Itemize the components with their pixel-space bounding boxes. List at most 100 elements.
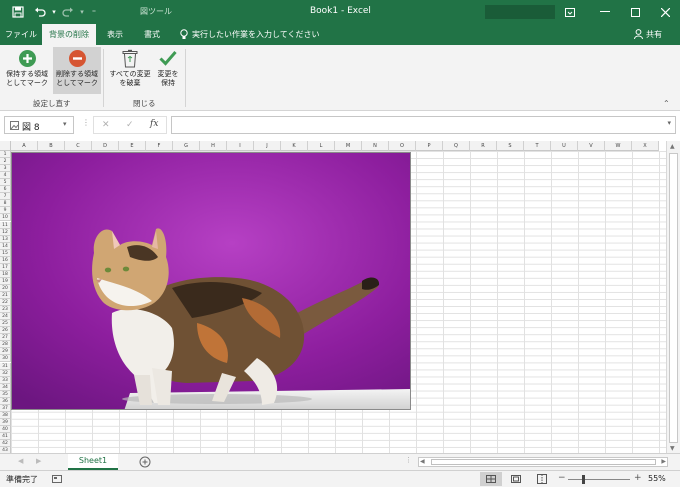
name-box[interactable]: 図 8 ▾ (4, 116, 74, 134)
column-header[interactable]: H (200, 141, 227, 151)
worksheet-grid[interactable]: ABCDEFGHIJKLMNOPQRSTUVWX 1 2 3 4 5 6 7 8 9 10 11 12… (0, 141, 680, 453)
row-header[interactable]: 13 (0, 235, 11, 243)
column-header[interactable]: V (578, 141, 605, 151)
row-header[interactable]: 3 (0, 165, 11, 173)
zoom-level[interactable]: 55% (648, 474, 666, 483)
maximize-icon[interactable] (620, 0, 650, 24)
row-header[interactable]: 16 (0, 256, 11, 264)
column-header[interactable]: X (632, 141, 659, 151)
row-header[interactable]: 26 (0, 327, 11, 335)
account-area[interactable] (485, 5, 555, 19)
macro-record-icon[interactable] (52, 474, 62, 484)
sheet-tab-sheet1[interactable]: Sheet1 (68, 454, 118, 470)
vertical-scrollbar[interactable]: ▲ ▼ (666, 141, 680, 453)
zoom-slider-thumb[interactable] (582, 475, 585, 484)
scroll-up-icon[interactable]: ▲ (670, 143, 675, 150)
column-header[interactable]: D (92, 141, 119, 151)
tab-format[interactable]: 書式 (138, 24, 166, 45)
row-header[interactable]: 37 (0, 404, 11, 412)
row-header[interactable]: 34 (0, 383, 11, 391)
column-header[interactable]: U (551, 141, 578, 151)
column-header[interactable]: O (389, 141, 416, 151)
column-header[interactable]: Q (443, 141, 470, 151)
ribbon-display-options-icon[interactable] (555, 0, 585, 24)
row-header[interactable]: 11 (0, 221, 11, 229)
row-header[interactable]: 35 (0, 390, 11, 398)
row-header[interactable]: 4 (0, 172, 11, 180)
close-icon[interactable] (650, 0, 680, 24)
enter-icon[interactable]: ✓ (126, 120, 134, 130)
cat-picture[interactable] (11, 152, 411, 410)
column-header[interactable]: G (173, 141, 200, 151)
column-header[interactable]: F (146, 141, 173, 151)
row-header[interactable]: 24 (0, 313, 11, 321)
row-header[interactable]: 31 (0, 362, 11, 370)
row-header[interactable]: 29 (0, 348, 11, 356)
column-header[interactable]: M (335, 141, 362, 151)
page-break-preview-icon[interactable] (537, 474, 547, 484)
row-header[interactable]: 22 (0, 299, 11, 307)
column-header[interactable]: S (497, 141, 524, 151)
row-header[interactable]: 9 (0, 207, 11, 215)
plus-circle-icon[interactable] (139, 456, 151, 468)
row-header[interactable]: 21 (0, 292, 11, 300)
scroll-right-icon[interactable]: ▶ (661, 458, 666, 465)
column-header[interactable]: T (524, 141, 551, 151)
normal-view-button[interactable] (480, 472, 502, 486)
zoom-out-icon[interactable]: − (558, 473, 566, 483)
vertical-scroll-thumb[interactable] (669, 153, 678, 443)
row-header[interactable]: 8 (0, 200, 11, 208)
row-header[interactable]: 23 (0, 306, 11, 314)
customize-qat-icon[interactable]: ⁼ (86, 4, 102, 20)
row-header[interactable]: 38 (0, 411, 11, 419)
row-header[interactable]: 12 (0, 228, 11, 236)
chevron-down-icon[interactable]: ▾ (63, 120, 67, 128)
minimize-icon[interactable] (590, 0, 620, 24)
select-all-corner[interactable] (0, 141, 11, 151)
row-header[interactable]: 10 (0, 214, 11, 222)
mark-areas-to-remove-button[interactable]: 削除する領域 としてマーク (53, 47, 101, 94)
row-header[interactable]: 20 (0, 284, 11, 292)
row-header[interactable]: 30 (0, 355, 11, 363)
mark-areas-to-keep-button[interactable]: 保持する領域 としてマーク (3, 48, 51, 98)
page-layout-view-icon[interactable] (511, 475, 521, 483)
row-header[interactable]: 40 (0, 425, 11, 433)
scroll-down-icon[interactable]: ▼ (670, 445, 675, 452)
tab-remove-background[interactable]: 背景の削除 (42, 24, 96, 45)
row-header[interactable]: 28 (0, 341, 11, 349)
sheet-prev-icon[interactable]: ◀ (18, 457, 23, 465)
column-header[interactable]: J (254, 141, 281, 151)
column-header[interactable]: B (38, 141, 65, 151)
horizontal-scrollbar[interactable]: ◀ ▶ (418, 457, 668, 467)
save-icon[interactable] (10, 4, 26, 20)
cancel-icon[interactable]: ✕ (102, 120, 110, 130)
row-header[interactable]: 7 (0, 193, 11, 201)
column-header[interactable]: L (308, 141, 335, 151)
row-header[interactable]: 14 (0, 242, 11, 250)
column-header[interactable]: I (227, 141, 254, 151)
column-header[interactable]: R (470, 141, 497, 151)
tell-me-search[interactable]: 実行したい作業を入力してください (192, 24, 320, 45)
column-header[interactable]: C (65, 141, 92, 151)
vertical-ellipsis-icon[interactable]: ⋮ (405, 456, 412, 464)
zoom-slider[interactable] (568, 479, 630, 480)
sheet-next-icon[interactable]: ▶ (36, 457, 41, 465)
scroll-left-icon[interactable]: ◀ (420, 458, 425, 465)
column-header[interactable]: W (605, 141, 632, 151)
zoom-in-icon[interactable]: + (634, 473, 642, 483)
row-header[interactable]: 19 (0, 277, 11, 285)
row-header[interactable]: 15 (0, 249, 11, 257)
keep-changes-button[interactable]: 変更を 保持 (154, 48, 182, 98)
collapse-ribbon-icon[interactable]: ⌃ (663, 99, 670, 108)
row-header[interactable]: 42 (0, 440, 11, 448)
column-header[interactable]: K (281, 141, 308, 151)
insert-function-icon[interactable]: fx (150, 119, 158, 129)
row-header[interactable]: 39 (0, 418, 11, 426)
row-header[interactable]: 32 (0, 369, 11, 377)
column-header[interactable]: N (362, 141, 389, 151)
column-header[interactable]: E (119, 141, 146, 151)
row-header[interactable]: 18 (0, 270, 11, 278)
column-header[interactable]: P (416, 141, 443, 151)
row-header[interactable]: 6 (0, 186, 11, 194)
tab-file[interactable]: ファイル (4, 24, 38, 45)
